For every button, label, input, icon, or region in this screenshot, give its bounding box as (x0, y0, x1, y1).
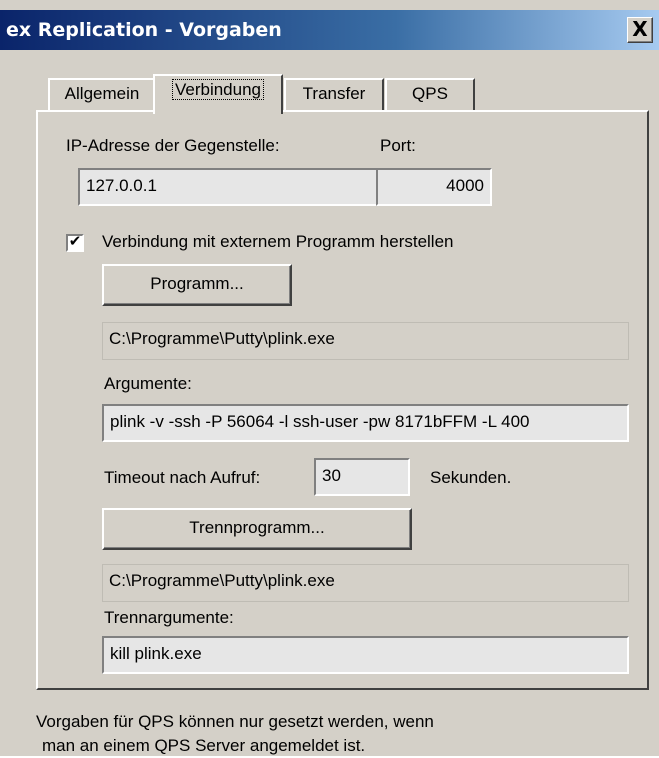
verbindung-panel: IP-Adresse der Gegenstelle: 127.0.0.1 Po… (36, 110, 649, 690)
tab-label: Transfer (302, 84, 366, 103)
program-path-field: C:\Programme\Putty\plink.exe (102, 322, 629, 360)
tab-allgemein[interactable]: Allgemein (48, 78, 156, 110)
tab-verbindung[interactable]: Verbindung (153, 74, 283, 114)
external-program-checkbox[interactable]: ✔ (66, 234, 84, 252)
ip-address-label: IP-Adresse der Gegenstelle: (66, 136, 280, 155)
tab-transfer[interactable]: Transfer (284, 78, 384, 110)
program-button[interactable]: Programm... (102, 264, 292, 306)
window-title: ex Replication - Vorgaben (6, 19, 282, 41)
disconnect-path-field: C:\Programme\Putty\plink.exe (102, 564, 629, 602)
close-icon: X (632, 17, 648, 41)
qps-info-text: Vorgaben für QPS können nur gesetzt werd… (36, 710, 646, 758)
title-bar[interactable]: ex Replication - Vorgaben X (0, 10, 659, 50)
dialog-window: ex Replication - Vorgaben X Allgemein Ve… (0, 0, 659, 756)
close-button[interactable]: X (627, 17, 653, 43)
footer-line-2: man an einem QPS Server angemeldet ist. (42, 736, 366, 755)
timeout-label: Timeout nach Aufruf: (104, 468, 261, 487)
ip-address-input[interactable]: 127.0.0.1 (78, 168, 378, 206)
port-input[interactable]: 4000 (376, 168, 492, 206)
timeout-input[interactable]: 30 (314, 458, 410, 496)
tab-label: Verbindung (171, 79, 265, 100)
tab-label: Allgemein (64, 84, 140, 103)
footer-line-1: Vorgaben für QPS können nur gesetzt werd… (36, 712, 434, 731)
port-label: Port: (380, 136, 416, 155)
disconnect-program-button[interactable]: Trennprogramm... (102, 508, 412, 550)
tab-qps[interactable]: QPS (385, 78, 475, 110)
disconnect-arguments-input[interactable]: kill plink.exe (102, 636, 629, 674)
timeout-unit-label: Sekunden. (430, 468, 512, 487)
external-program-label: Verbindung mit externem Programm herstel… (102, 232, 454, 251)
disconnect-arguments-label: Trennargumente: (104, 608, 234, 627)
check-mark-icon: ✔ (68, 233, 82, 250)
arguments-input[interactable]: plink -v -ssh -P 56064 -l ssh-user -pw 8… (102, 404, 629, 442)
tab-label: QPS (412, 84, 448, 103)
arguments-label: Argumente: (104, 374, 192, 393)
